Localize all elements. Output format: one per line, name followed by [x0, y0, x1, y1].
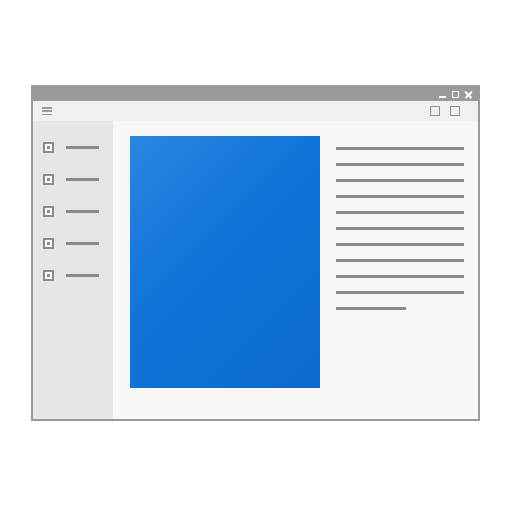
title-bar[interactable] [33, 87, 478, 101]
content-area [113, 121, 478, 419]
minimize-icon[interactable] [439, 91, 446, 98]
sidebar-item-label [66, 146, 99, 149]
checkbox-icon[interactable] [43, 206, 54, 217]
text-line [336, 179, 464, 182]
sidebar-item-label [66, 242, 99, 245]
close-icon[interactable] [465, 91, 472, 98]
checkbox-icon[interactable] [43, 270, 54, 281]
sidebar [33, 121, 113, 419]
square-icon[interactable] [430, 106, 440, 116]
square-icon[interactable] [450, 106, 460, 116]
checkbox-icon[interactable] [43, 174, 54, 185]
text-line [336, 195, 464, 198]
sidebar-item[interactable] [43, 206, 103, 218]
text-line [336, 227, 464, 230]
sidebar-item-label [66, 210, 99, 213]
sidebar-item-label [66, 274, 99, 277]
text-line [336, 163, 464, 166]
checkbox-icon[interactable] [43, 238, 54, 249]
text-line [336, 275, 464, 278]
sidebar-item-label [66, 178, 99, 181]
maximize-icon[interactable] [452, 90, 459, 98]
text-line [336, 259, 464, 262]
window-controls [439, 87, 472, 101]
image-placeholder [130, 136, 320, 388]
sidebar-item[interactable] [43, 270, 103, 282]
text-line [336, 307, 406, 310]
menu-icon[interactable] [42, 107, 52, 115]
sidebar-item[interactable] [43, 142, 103, 154]
checkbox-icon[interactable] [43, 142, 54, 153]
text-line [336, 291, 464, 294]
toolbar [33, 101, 478, 121]
text-line [336, 211, 464, 214]
sidebar-item[interactable] [43, 238, 103, 250]
app-window [31, 85, 480, 421]
sidebar-item[interactable] [43, 174, 103, 186]
text-line [336, 243, 464, 246]
text-line [336, 147, 464, 150]
